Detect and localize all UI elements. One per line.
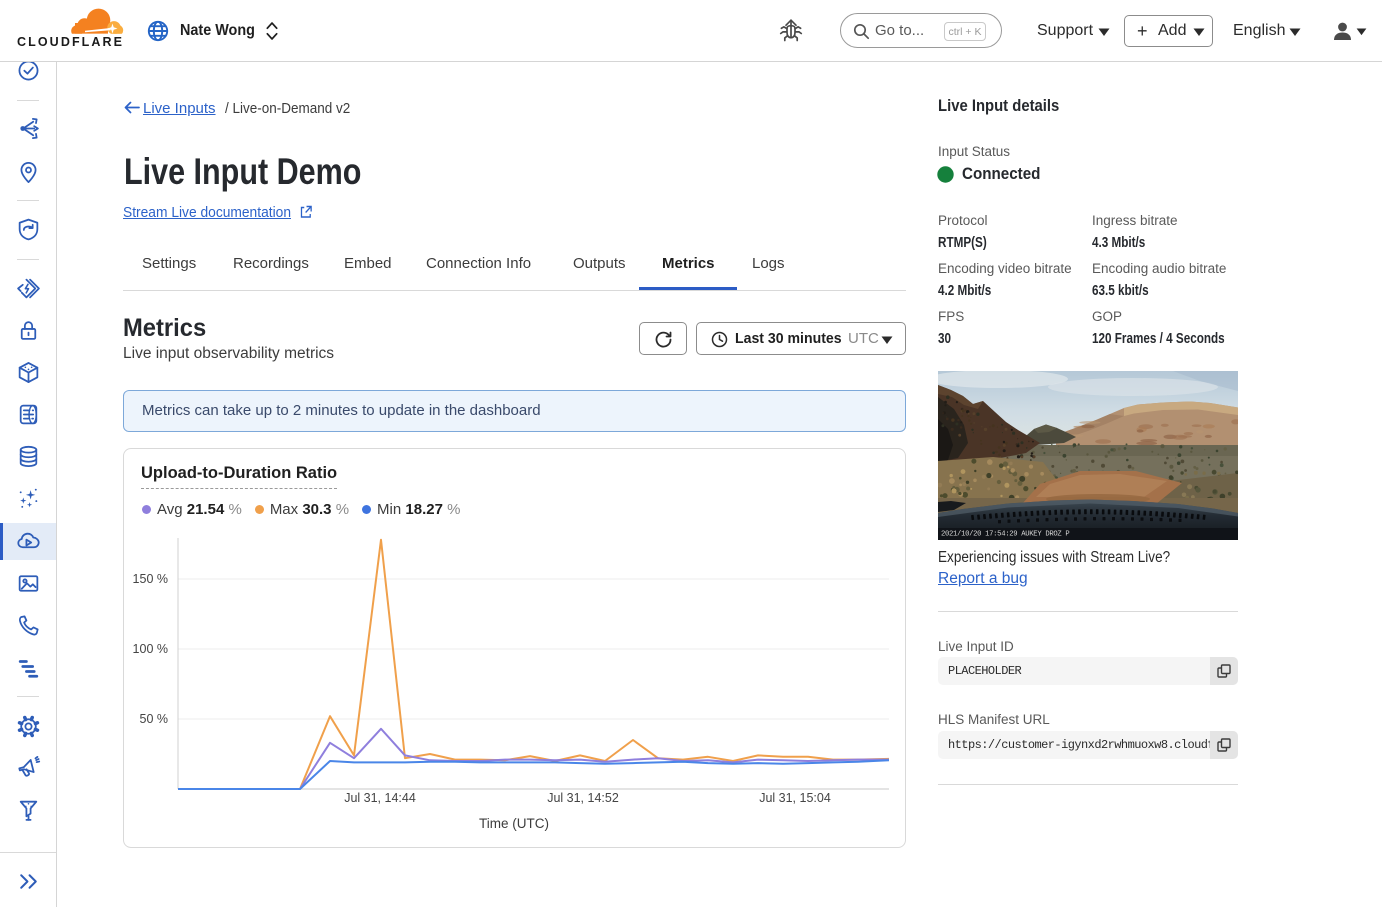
- svg-text:150 %: 150 %: [133, 572, 168, 586]
- svg-text:2021/10/20 17:54:29 AUKEY DROZ: 2021/10/20 17:54:29 AUKEY DROZ P: [941, 531, 1069, 539]
- svg-text:Time (UTC): Time (UTC): [479, 816, 549, 831]
- svg-text:50 %: 50 %: [140, 712, 169, 726]
- svg-text:100 %: 100 %: [133, 642, 168, 656]
- svg-text:Jul 31, 14:52: Jul 31, 14:52: [547, 791, 619, 805]
- svg-text:Jul 31, 14:44: Jul 31, 14:44: [344, 791, 416, 805]
- svg-text:CLOUDFLARE: CLOUDFLARE: [17, 35, 124, 48]
- svg-text:Jul 31, 15:04: Jul 31, 15:04: [759, 791, 831, 805]
